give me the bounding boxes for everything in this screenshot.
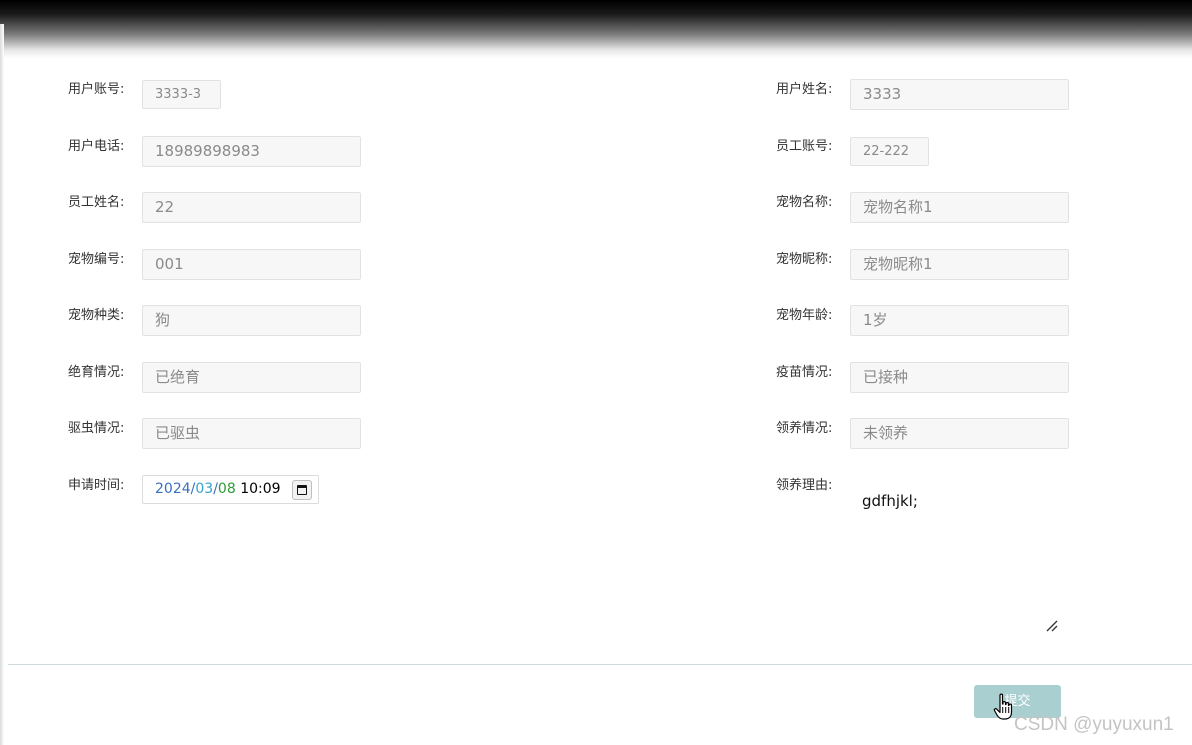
label-vaccine-status: 疫苗情况: bbox=[776, 365, 833, 380]
label-pet-nickname: 宠物昵称: bbox=[776, 252, 833, 267]
label-pet-name: 宠物名称: bbox=[776, 195, 833, 210]
apply-year: 2024 bbox=[155, 481, 191, 497]
footer-divider bbox=[8, 664, 1192, 665]
label-apply-time: 申请时间: bbox=[68, 478, 125, 493]
apply-clock-time: 10:09 bbox=[240, 481, 281, 497]
user-account-field[interactable]: 3333-3 bbox=[142, 80, 221, 109]
adoption-reason-textarea[interactable]: gdfhjkl; bbox=[850, 480, 1066, 635]
label-adoption-status: 领养情况: bbox=[776, 421, 833, 436]
pet-id-field[interactable]: 001 bbox=[142, 249, 361, 280]
label-neuter-status: 绝育情况: bbox=[68, 365, 125, 380]
label-staff-name: 员工姓名: bbox=[68, 195, 125, 210]
label-adoption-reason: 领养理由: bbox=[776, 478, 833, 493]
left-border bbox=[0, 24, 4, 745]
apply-month: 03 bbox=[195, 481, 214, 497]
vaccine-status-field[interactable]: 已接种 bbox=[850, 362, 1069, 393]
hand-pointer-icon bbox=[993, 693, 1013, 720]
pet-nickname-field[interactable]: 宠物昵称1 bbox=[850, 249, 1069, 280]
label-user-phone: 用户电话: bbox=[68, 139, 125, 154]
label-pet-age: 宠物年龄: bbox=[776, 308, 833, 323]
calendar-icon[interactable] bbox=[292, 480, 312, 500]
neuter-status-field[interactable]: 已绝育 bbox=[142, 362, 361, 393]
pet-name-field[interactable]: 宠物名称1 bbox=[850, 192, 1069, 223]
label-deworm-status: 驱虫情况: bbox=[68, 421, 125, 436]
apply-time-input[interactable]: 2024/03/08 10:09 bbox=[142, 475, 319, 504]
user-name-field[interactable]: 3333 bbox=[850, 79, 1069, 110]
deworm-status-field[interactable]: 已驱虫 bbox=[142, 418, 361, 449]
resize-grip-icon[interactable] bbox=[1045, 619, 1059, 633]
pet-species-field[interactable]: 狗 bbox=[142, 305, 361, 336]
apply-day: 08 bbox=[217, 481, 236, 497]
label-pet-id: 宠物编号: bbox=[68, 252, 125, 267]
staff-name-field[interactable]: 22 bbox=[142, 192, 361, 223]
csdn-watermark: CSDN @yuyuxun1 bbox=[1014, 714, 1174, 735]
adoption-status-field[interactable]: 未领养 bbox=[850, 418, 1069, 449]
top-header-shadow bbox=[0, 0, 1192, 58]
user-phone-field[interactable]: 18989898983 bbox=[142, 136, 361, 167]
label-user-name: 用户姓名: bbox=[776, 82, 833, 97]
staff-account-field[interactable]: 22-222 bbox=[850, 137, 929, 166]
label-user-account: 用户账号: bbox=[68, 82, 125, 97]
label-pet-species: 宠物种类: bbox=[68, 308, 125, 323]
pet-age-field[interactable]: 1岁 bbox=[850, 305, 1069, 336]
label-staff-account: 员工账号: bbox=[776, 139, 833, 154]
